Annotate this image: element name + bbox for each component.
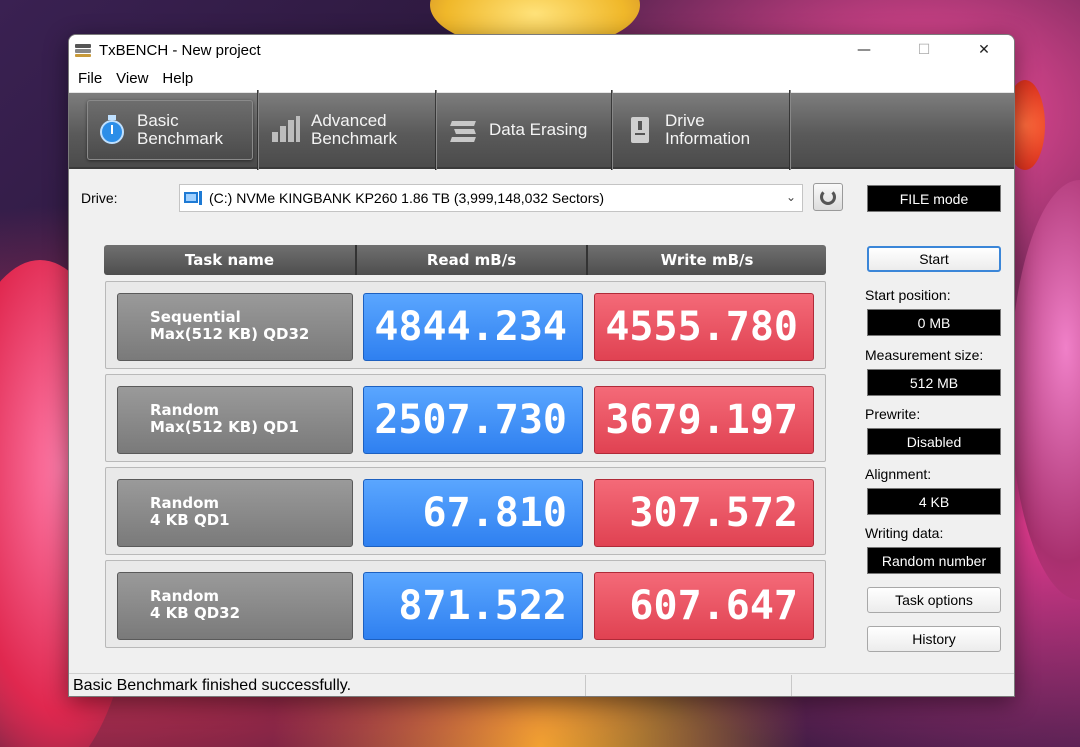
app-icon bbox=[75, 42, 93, 58]
write-result: 607.647 bbox=[594, 572, 814, 640]
tab-data-erasing[interactable]: Data Erasing bbox=[437, 92, 611, 168]
table-row: Random Max(512 KB) QD1 2507.730 3679.197 bbox=[105, 374, 826, 462]
column-header-write: Write mB/s bbox=[586, 245, 826, 275]
task-name-button[interactable]: Random 4 KB QD1 bbox=[117, 479, 353, 547]
drive-info-icon bbox=[625, 115, 655, 145]
refresh-icon bbox=[820, 189, 836, 205]
menu-view[interactable]: View bbox=[109, 70, 155, 87]
status-message: Basic Benchmark finished successfully. bbox=[73, 677, 352, 694]
history-button[interactable]: History bbox=[867, 626, 1001, 652]
drive-label: Drive: bbox=[81, 190, 118, 206]
tab-advanced-benchmark[interactable]: Advanced Benchmark bbox=[259, 92, 435, 168]
window-title: TxBENCH - New project bbox=[99, 41, 261, 59]
column-header-read: Read mB/s bbox=[355, 245, 586, 275]
wallpaper-shape bbox=[1010, 180, 1080, 600]
start-button[interactable]: Start bbox=[867, 246, 1001, 272]
prewrite-field[interactable]: Disabled bbox=[867, 428, 1001, 455]
tab-drive-information[interactable]: Drive Information bbox=[613, 92, 789, 168]
tab-label: Advanced Benchmark bbox=[311, 111, 397, 148]
drive-select[interactable]: (C:) NVMe KINGBANK KP260 1.86 TB (3,999,… bbox=[179, 184, 803, 212]
table-row: Random 4 KB QD32 871.522 607.647 bbox=[105, 560, 826, 648]
mode-indicator: FILE mode bbox=[867, 185, 1001, 212]
read-result: 4844.234 bbox=[363, 293, 583, 361]
window-controls: — ☐ ✕ bbox=[834, 35, 1014, 65]
tab-label: Basic Benchmark bbox=[137, 111, 223, 148]
write-result: 4555.780 bbox=[594, 293, 814, 361]
refresh-drives-button[interactable] bbox=[813, 183, 843, 211]
start-position-label: Start position: bbox=[865, 287, 951, 303]
measurement-size-label: Measurement size: bbox=[865, 347, 984, 363]
read-result: 871.522 bbox=[363, 572, 583, 640]
tab-basic-benchmark[interactable]: Basic Benchmark bbox=[87, 100, 253, 160]
read-result: 67.810 bbox=[363, 479, 583, 547]
writing-data-label: Writing data: bbox=[865, 525, 944, 541]
measurement-size-field[interactable]: 512 MB bbox=[867, 369, 1001, 396]
table-row: Sequential Max(512 KB) QD32 4844.234 4555… bbox=[105, 281, 826, 369]
start-position-field[interactable]: 0 MB bbox=[867, 309, 1001, 336]
maximize-button[interactable]: ☐ bbox=[894, 35, 954, 65]
menu-bar: File View Help bbox=[69, 65, 1014, 93]
drive-select-value: (C:) NVMe KINGBANK KP260 1.86 TB (3,999,… bbox=[209, 190, 605, 206]
status-divider bbox=[791, 675, 792, 696]
task-options-button[interactable]: Task options bbox=[867, 587, 1001, 613]
alignment-label: Alignment: bbox=[865, 466, 932, 482]
writing-data-field[interactable]: Random number bbox=[867, 547, 1001, 574]
write-result: 307.572 bbox=[594, 479, 814, 547]
menu-file[interactable]: File bbox=[71, 70, 109, 87]
stopwatch-icon bbox=[97, 115, 127, 145]
write-result: 3679.197 bbox=[594, 386, 814, 454]
alignment-field[interactable]: 4 KB bbox=[867, 488, 1001, 515]
menu-help[interactable]: Help bbox=[155, 70, 200, 87]
prewrite-label: Prewrite: bbox=[865, 406, 921, 422]
status-cell bbox=[586, 675, 791, 696]
task-name-button[interactable]: Sequential Max(512 KB) QD32 bbox=[117, 293, 353, 361]
tab-separator bbox=[789, 90, 791, 170]
status-bar: Basic Benchmark finished successfully. bbox=[69, 673, 1014, 696]
app-window: TxBENCH - New project — ☐ ✕ File View He… bbox=[68, 34, 1015, 697]
title-bar[interactable]: TxBENCH - New project — ☐ ✕ bbox=[69, 35, 1014, 65]
minimize-button[interactable]: — bbox=[834, 35, 894, 65]
column-header-task: Task name bbox=[184, 251, 275, 269]
bar-chart-icon bbox=[271, 115, 301, 145]
toolbar: Basic Benchmark Advanced Benchmark Data Er… bbox=[69, 90, 1014, 170]
tab-label: Data Erasing bbox=[489, 120, 588, 139]
erase-icon bbox=[449, 115, 479, 145]
close-button[interactable]: ✕ bbox=[954, 35, 1014, 65]
drive-icon bbox=[184, 190, 204, 206]
tab-label: Drive Information bbox=[665, 111, 751, 148]
read-result: 2507.730 bbox=[363, 386, 583, 454]
task-name-button[interactable]: Random Max(512 KB) QD1 bbox=[117, 386, 353, 454]
chevron-down-icon: ⌄ bbox=[785, 190, 796, 204]
results-table-header: Task name Read mB/s Write mB/s bbox=[104, 245, 826, 275]
task-name-button[interactable]: Random 4 KB QD32 bbox=[117, 572, 353, 640]
table-row: Random 4 KB QD1 67.810 307.572 bbox=[105, 467, 826, 555]
